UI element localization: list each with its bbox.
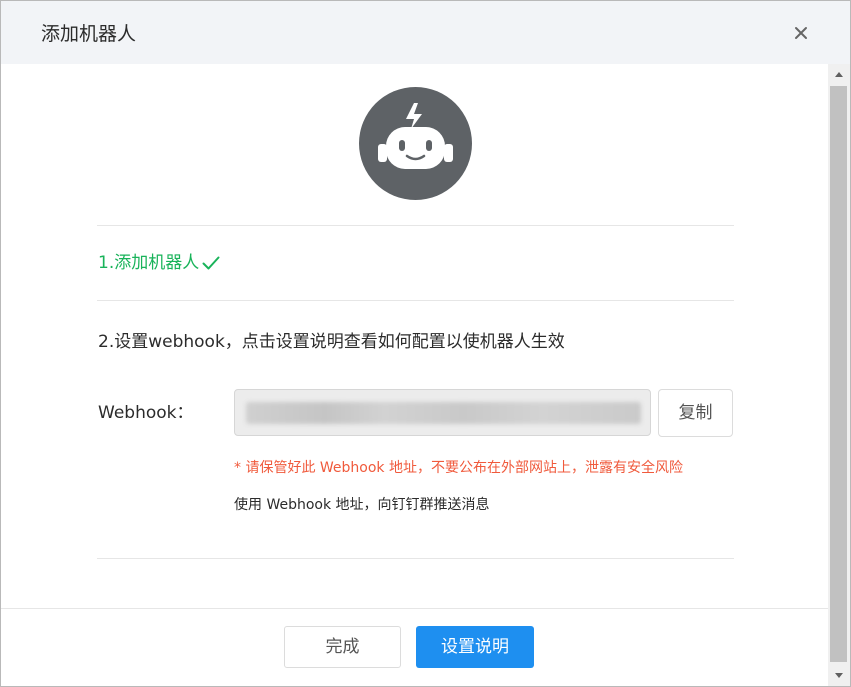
- step-1-label: 1.添加机器人: [98, 253, 200, 273]
- divider-bottom: [97, 558, 734, 559]
- close-icon: [795, 27, 807, 39]
- arrow-down-icon: [835, 673, 843, 678]
- copy-button[interactable]: 复制: [658, 389, 733, 437]
- dialog-footer: 完成 设置说明: [1, 608, 828, 686]
- security-warning: * 请保管好此 Webhook 地址，不要公布在外部网站上，泄露有安全风险: [234, 460, 683, 476]
- step-2-label: 2.设置webhook，点击设置说明查看如何配置以使机器人生效: [98, 332, 565, 352]
- scroll-down-button[interactable]: [828, 664, 850, 686]
- webhook-label: Webhook：: [98, 403, 194, 423]
- divider-top: [97, 225, 734, 226]
- check-icon: [202, 256, 220, 270]
- dialog-header: 添加机器人: [1, 1, 850, 64]
- step-1: 1.添加机器人: [98, 251, 220, 275]
- webhook-url-field[interactable]: [234, 389, 651, 436]
- divider-middle: [97, 300, 734, 301]
- setup-help-button[interactable]: 设置说明: [416, 626, 534, 668]
- dialog-title: 添加机器人: [41, 23, 137, 45]
- close-button[interactable]: [791, 23, 811, 43]
- arrow-up-icon: [835, 72, 843, 77]
- webhook-url-value: [246, 402, 641, 424]
- usage-hint: 使用 Webhook 地址，向钉钉群推送消息: [234, 497, 490, 513]
- add-robot-dialog: 添加机器人 1.添加机器人 2.设置webhook，点击设置说明查看如何配置以使…: [0, 0, 851, 687]
- done-button[interactable]: 完成: [284, 626, 401, 668]
- scroll-thumb[interactable]: [830, 86, 847, 662]
- dialog-body: 1.添加机器人 2.设置webhook，点击设置说明查看如何配置以使机器人生效 …: [1, 64, 828, 608]
- vertical-scrollbar[interactable]: [828, 64, 850, 686]
- robot-avatar: [359, 87, 472, 200]
- robot-icon: [359, 87, 472, 200]
- scroll-up-button[interactable]: [828, 64, 850, 86]
